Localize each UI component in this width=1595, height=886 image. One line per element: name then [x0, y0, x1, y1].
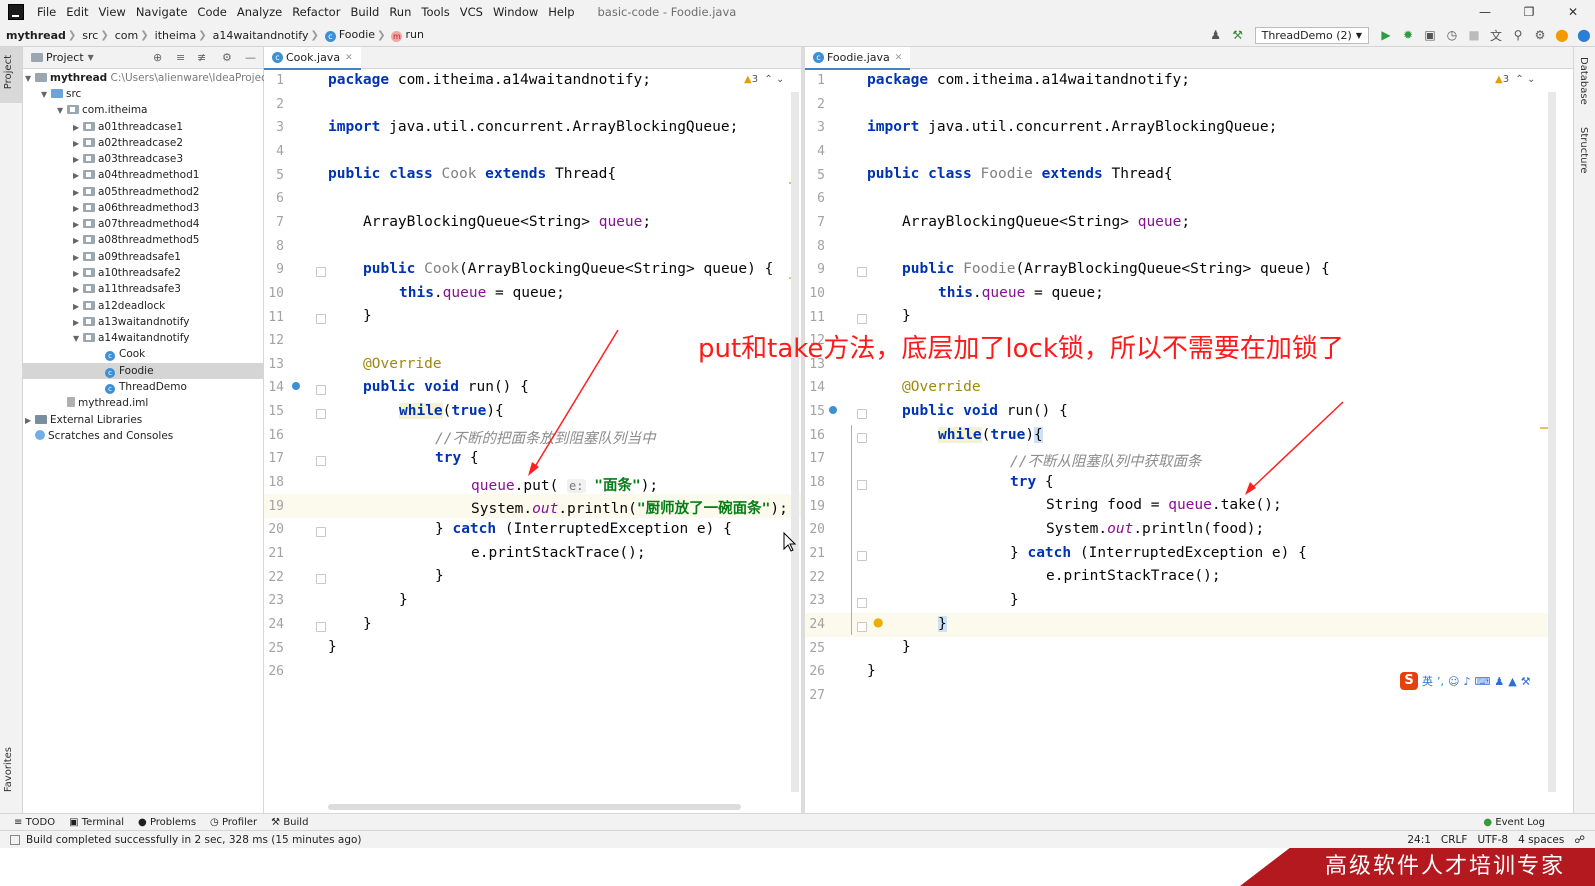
build-tab[interactable]: ⚒ Build	[271, 817, 308, 828]
file-encoding[interactable]: UTF-8	[1477, 834, 1508, 846]
skin-icon[interactable]: ♟	[1494, 675, 1504, 688]
ime-language[interactable]: 英	[1422, 673, 1433, 689]
wrench-icon[interactable]: ⚒	[1521, 675, 1531, 688]
microphone-icon[interactable]: ♪	[1463, 675, 1470, 688]
line-separator[interactable]: CRLF	[1441, 834, 1468, 846]
status-message[interactable]: Build completed successfully in 2 sec, 3…	[26, 834, 362, 846]
todo-tab[interactable]: ≡ TODO	[14, 817, 55, 828]
event-log-tab[interactable]: ● Event Log	[1483, 817, 1545, 828]
brand-banner: 高级软件人才培训专家	[1240, 848, 1595, 886]
annotation-arrows	[528, 329, 1344, 552]
status-toggle-icon[interactable]	[10, 835, 20, 845]
lock-icon[interactable]: ☍	[1574, 834, 1585, 846]
event-log-icon: ●	[1483, 817, 1493, 828]
shirt-icon[interactable]: ▲	[1508, 675, 1516, 688]
status-bar: Build completed successfully in 2 sec, 3…	[0, 830, 1595, 849]
profiler-tab[interactable]: ◷ Profiler	[210, 817, 257, 828]
emoji-icon[interactable]: ☺	[1448, 675, 1459, 688]
tool-window-bar: ≡ TODO ▣ Terminal ● Problems ◷ Profiler …	[0, 813, 1595, 831]
indent-setting[interactable]: 4 spaces	[1518, 834, 1564, 846]
caret-position[interactable]: 24:1	[1407, 834, 1431, 846]
punctuation-icon[interactable]: ’,	[1437, 675, 1444, 688]
problems-tab[interactable]: ● Problems	[138, 817, 196, 828]
keyboard-icon[interactable]: ⌨	[1475, 675, 1491, 688]
ime-toolbar[interactable]: S 英 ’, ☺ ♪ ⌨ ♟ ▲ ⚒	[1400, 670, 1531, 692]
sogou-logo-icon: S	[1400, 672, 1418, 690]
terminal-tab[interactable]: ▣ Terminal	[69, 817, 124, 828]
